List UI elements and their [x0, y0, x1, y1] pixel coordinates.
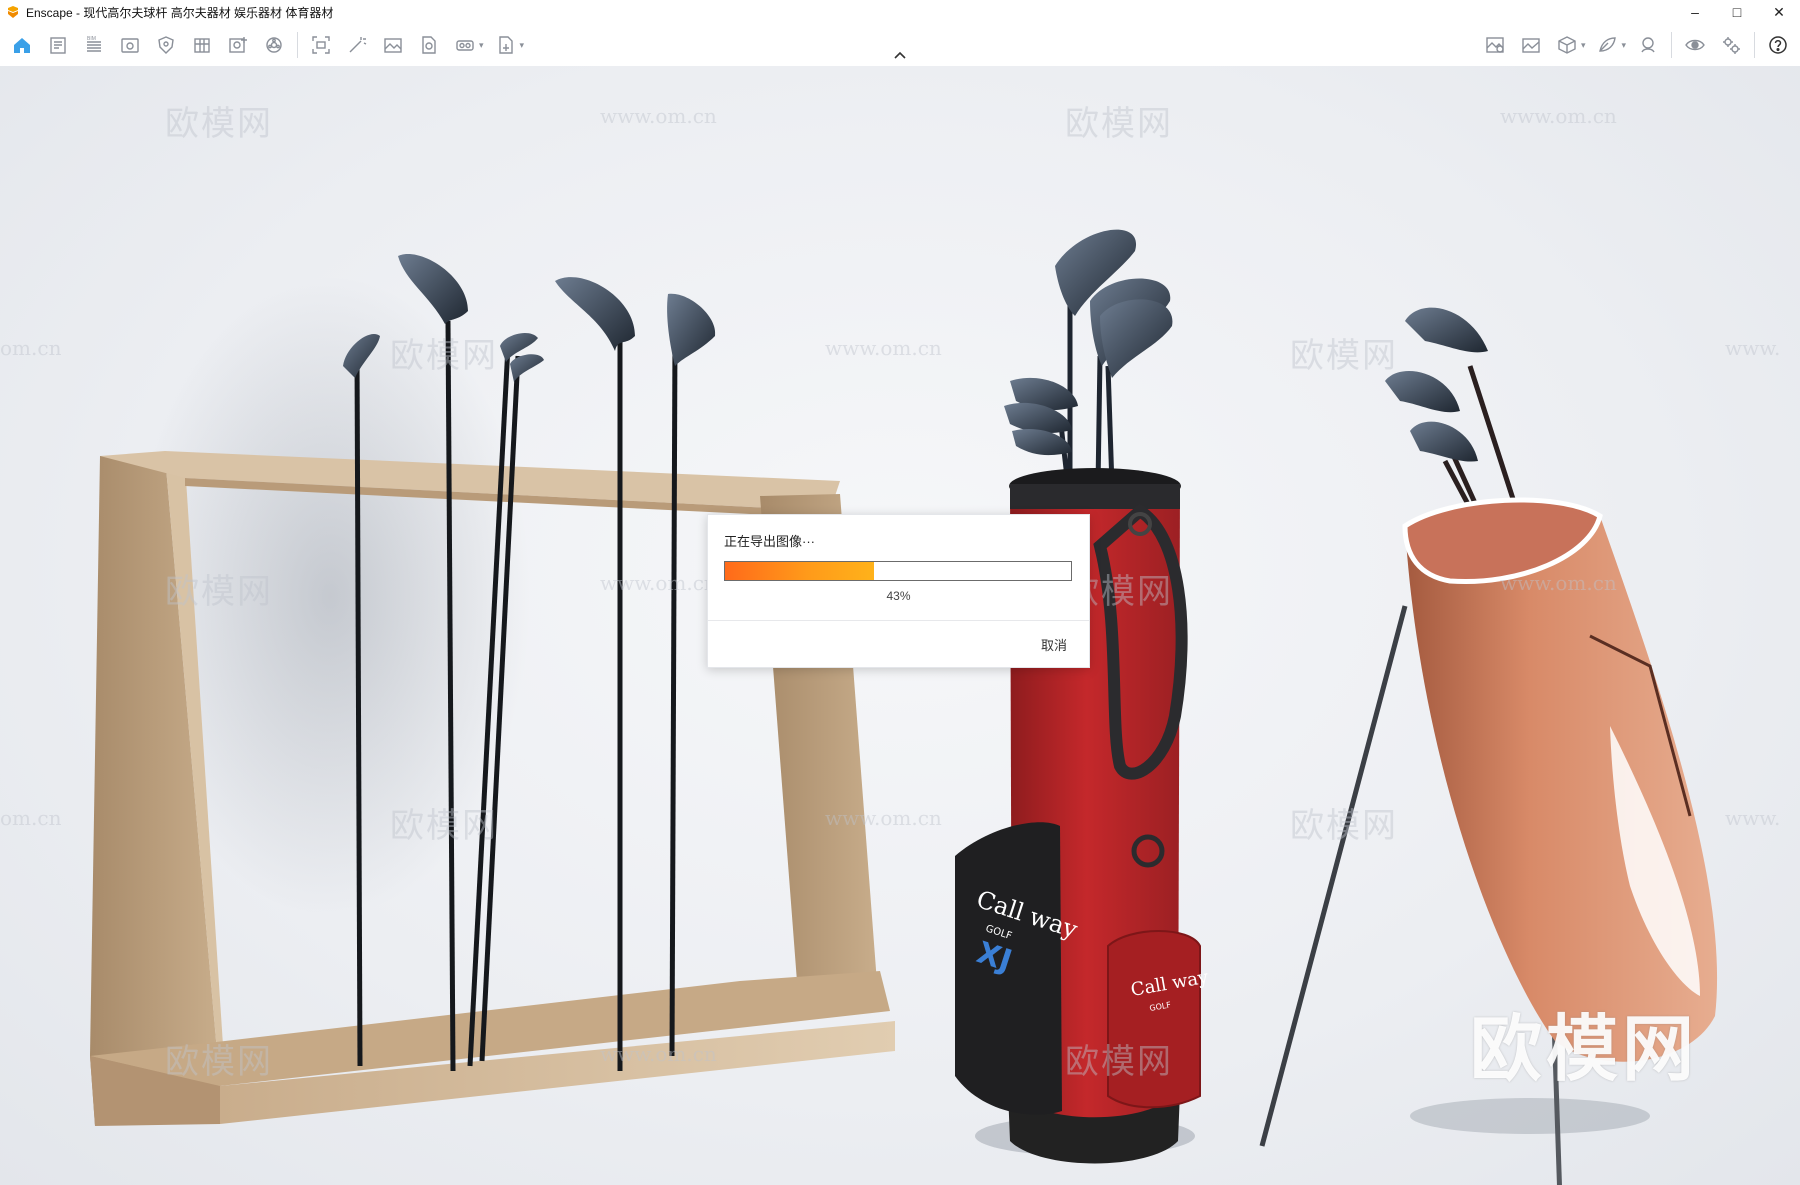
building-icon[interactable]	[189, 32, 215, 58]
watermark-url: om.cn	[0, 336, 62, 360]
material-editor-icon[interactable]	[1594, 32, 1620, 58]
watermark-url: www.om.cn	[825, 336, 942, 360]
watermark-url: www.om.cn	[600, 1042, 717, 1066]
watermark-brand: 欧模网	[390, 806, 498, 846]
asset-library-icon[interactable]	[1554, 32, 1580, 58]
map-view-icon[interactable]	[1482, 32, 1508, 58]
svg-text:BIM: BIM	[87, 36, 96, 42]
magic-wand-icon[interactable]	[344, 32, 370, 58]
notes-icon[interactable]	[45, 32, 71, 58]
cancel-button[interactable]: 取消	[1035, 631, 1073, 658]
watermark-url: www.	[1725, 336, 1781, 360]
toolbar-separator	[1671, 32, 1672, 58]
progress-bar	[724, 561, 1072, 581]
capture-icon[interactable]	[308, 32, 334, 58]
progress-bar-fill	[725, 562, 874, 580]
progress-percent-label: 43%	[886, 589, 911, 603]
maximize-button[interactable]: □	[1716, 0, 1758, 24]
chevron-up-icon[interactable]	[889, 48, 911, 62]
add-view-icon[interactable]	[225, 32, 251, 58]
toolbar-separator	[1754, 32, 1755, 58]
watermark-url: om.cn	[0, 806, 62, 830]
watermark-brand: 欧模网	[1290, 336, 1398, 376]
dialog-divider	[708, 620, 1089, 621]
watermark-brand: 欧模网	[165, 104, 273, 144]
batch-render-icon[interactable]	[416, 32, 442, 58]
bim-icon[interactable]: BIM	[81, 32, 107, 58]
export-progress-dialog: 正在导出图像··· 43% 取消	[707, 514, 1090, 668]
chevron-down-icon[interactable]: ▾	[479, 40, 484, 51]
export-icon[interactable]	[493, 32, 519, 58]
shield-icon[interactable]	[153, 32, 179, 58]
toolbar-right: ▾ ▾	[1477, 24, 1796, 66]
window-title: Enscape - 现代高尔夫球杆 高尔夫器材 娱乐器材 体育器材	[26, 5, 334, 20]
chevron-down-icon[interactable]: ▾	[1581, 40, 1586, 51]
watermark-url: www.om.cn	[600, 104, 717, 128]
watermark-url: www.	[1725, 806, 1781, 830]
watermark-url: www.om.cn	[600, 571, 717, 595]
visibility-icon[interactable]	[1682, 32, 1708, 58]
settings-wheel-icon[interactable]	[261, 32, 287, 58]
window-controls: – □ ✕	[1674, 0, 1800, 24]
close-button[interactable]: ✕	[1758, 0, 1800, 24]
enscape-logo-icon	[6, 5, 20, 19]
watermark-brand: 欧模网	[1290, 806, 1398, 846]
watermark-brand: 欧模网	[1065, 104, 1173, 144]
chevron-down-icon[interactable]: ▾	[520, 40, 525, 51]
watermark-url: www.om.cn	[1500, 571, 1617, 595]
watermark-brand: 欧模网	[390, 336, 498, 376]
watermark-brand: 欧模网	[165, 1042, 273, 1082]
title-bar: Enscape - 现代高尔夫球杆 高尔夫器材 娱乐器材 体育器材 – □ ✕	[0, 0, 1800, 24]
settings-icon[interactable]	[1718, 32, 1744, 58]
watermark-brand: 欧模网	[1065, 1042, 1173, 1082]
home-icon[interactable]	[9, 32, 35, 58]
view-icon[interactable]	[117, 32, 143, 58]
gallery-icon[interactable]	[1518, 32, 1544, 58]
dialog-message: 正在导出图像···	[724, 534, 815, 549]
image-icon[interactable]	[380, 32, 406, 58]
minimize-button[interactable]: –	[1674, 0, 1716, 24]
watermark-url: www.om.cn	[1500, 104, 1617, 128]
watermark-brand: 欧模网	[165, 572, 273, 612]
watermark-brand-large: 欧模网	[1470, 1007, 1699, 1091]
toolbar-separator	[297, 32, 298, 58]
red-golf-bag: Call way GOLF XJ Call way GOLF	[955, 229, 1211, 1164]
chevron-down-icon[interactable]: ▾	[1621, 40, 1626, 51]
help-icon[interactable]	[1765, 32, 1791, 58]
watermark-url: www.om.cn	[825, 806, 942, 830]
toolbar-left: BIM ▾ ▾	[4, 24, 528, 66]
vr-icon[interactable]	[1635, 32, 1661, 58]
vr-headset-icon[interactable]	[452, 32, 478, 58]
